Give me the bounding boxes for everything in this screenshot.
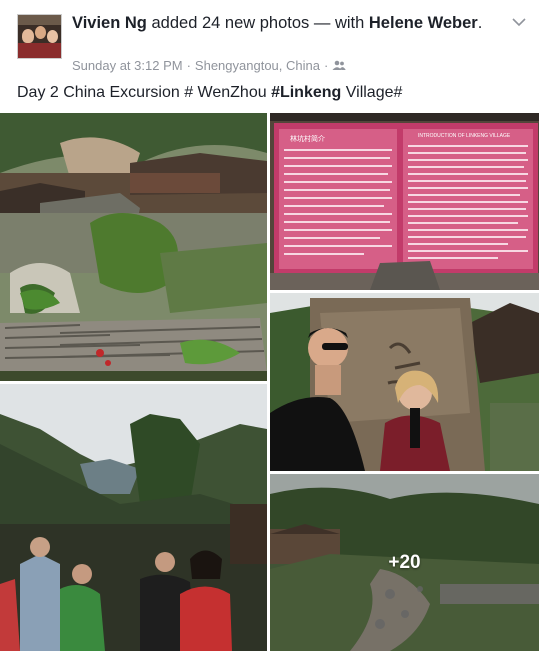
village-rooftops-image bbox=[0, 113, 267, 381]
photo-village-sign[interactable]: 林坑村简介 INTRODUCTION OF LINKENG VILLAGE bbox=[270, 113, 539, 290]
photo-village-rooftops[interactable] bbox=[0, 113, 267, 381]
sign-left-title: 林坑村简介 bbox=[290, 134, 325, 143]
post-location[interactable]: Shengyangtou, China bbox=[195, 58, 320, 73]
post-header: Vivien Ng added 24 new photos — with Hel… bbox=[72, 13, 502, 34]
chevron-down-icon[interactable] bbox=[511, 16, 527, 28]
caption-text: Day 2 China Excursion # WenZhou bbox=[17, 84, 267, 101]
meta-separator: · bbox=[186, 58, 191, 73]
hashtag-link[interactable]: #Linkeng bbox=[271, 84, 341, 101]
post-action: added 24 new photos — with bbox=[151, 14, 365, 32]
tagged-suffix: . bbox=[477, 14, 483, 32]
post-time[interactable]: Sunday at 3:12 PM bbox=[72, 58, 183, 73]
photo-group-mountains[interactable] bbox=[0, 384, 267, 651]
sign-right-title: INTRODUCTION OF LINKENG VILLAGE bbox=[418, 133, 511, 139]
author-name[interactable]: Vivien Ng bbox=[72, 14, 147, 32]
more-photos-count[interactable]: +20 bbox=[270, 474, 539, 651]
facebook-post: Vivien Ng added 24 new photos — with Hel… bbox=[0, 0, 539, 651]
village-sign-image: 林坑村简介 INTRODUCTION OF LINKENG VILLAGE bbox=[270, 113, 539, 290]
meta-separator-2: · bbox=[323, 58, 329, 73]
post-meta: Sunday at 3:12 PM · Shengyangtou, China … bbox=[72, 58, 346, 73]
tagged-person[interactable]: Helene Weber bbox=[369, 14, 478, 32]
friends-icon[interactable] bbox=[332, 60, 346, 71]
post-caption: Day 2 China Excursion # WenZhou #Linkeng… bbox=[17, 84, 402, 102]
photo-people-stone[interactable] bbox=[270, 293, 539, 471]
photo-more-overlay[interactable]: +20 bbox=[270, 474, 539, 651]
caption-text-end: Village# bbox=[345, 84, 403, 101]
avatar[interactable] bbox=[17, 14, 62, 59]
group-mountains-image bbox=[0, 384, 267, 651]
people-stone-image bbox=[270, 293, 539, 471]
